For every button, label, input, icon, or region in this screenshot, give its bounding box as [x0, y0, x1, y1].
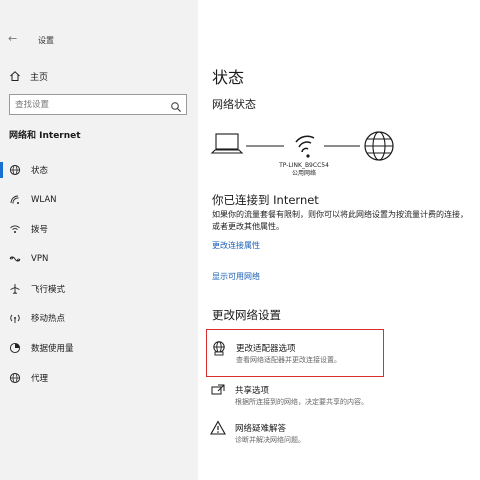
- change-settings-heading: 更改网络设置: [212, 308, 281, 322]
- title-bar: ← 设置: [0, 30, 198, 50]
- sidebar-item-label: VPN: [31, 254, 49, 264]
- globe-status-icon: [8, 164, 22, 176]
- option-title: 网络疑难解答: [235, 424, 287, 434]
- change-properties-link[interactable]: 更改连接属性: [212, 240, 260, 251]
- sidebar-item-dialup[interactable]: 拨号: [0, 218, 198, 240]
- option-subtitle: 查看网络适配器并更改连接设置。: [236, 356, 341, 364]
- adapter-options-item[interactable]: 更改适配器选项 查看网络适配器并更改连接设置。: [206, 329, 384, 377]
- hotspot-icon: [8, 312, 22, 324]
- connected-description: 如果你的流量套餐有限制，则你可以将此网络设置为按流量计费的连接，或者更改其他属性…: [212, 210, 468, 231]
- section-title: 网络和 Internet: [9, 131, 81, 141]
- sidebar: ← 设置 主页 网络和 Internet 状态 WLAN 拨号: [0, 0, 198, 480]
- home-label: 主页: [30, 72, 49, 83]
- sidebar-item-data-usage[interactable]: 数据使用量: [0, 337, 198, 359]
- main-panel: 状态 网络状态 TP-LINK_B9CC54 公用网络 你已连接到 Intern…: [198, 0, 480, 480]
- sidebar-item-label: 代理: [31, 374, 49, 384]
- network-troubleshoot-item[interactable]: 网络疑难解答 诊断并解决网络问题。: [206, 410, 384, 458]
- network-info: TP-LINK_B9CC54 公用网络: [254, 162, 354, 178]
- option-title: 共享选项: [235, 386, 270, 396]
- internet-globe-icon: [364, 131, 394, 161]
- vpn-icon: [8, 253, 22, 265]
- sidebar-item-label: 移动热点: [31, 314, 66, 324]
- sidebar-item-label: 拨号: [31, 225, 49, 235]
- sidebar-item-airplane[interactable]: 飞行模式: [0, 278, 198, 300]
- sidebar-item-label: WLAN: [31, 195, 57, 205]
- sidebar-item-status[interactable]: 状态: [0, 159, 198, 181]
- sidebar-item-hotspot[interactable]: 移动热点: [0, 307, 198, 329]
- laptop-icon: [210, 133, 244, 154]
- adapter-icon: [211, 340, 227, 356]
- option-title: 更改适配器选项: [236, 344, 296, 354]
- search-box[interactable]: [9, 94, 187, 115]
- network-ssid: TP-LINK_B9CC54: [279, 162, 329, 169]
- data-usage-icon: [8, 342, 22, 354]
- home-icon: [8, 70, 22, 82]
- search-icon[interactable]: [170, 98, 182, 117]
- back-button[interactable]: ←: [8, 32, 17, 45]
- window-title: 设置: [38, 36, 54, 45]
- sharing-icon: [210, 382, 226, 398]
- airplane-icon: [8, 283, 22, 295]
- dialup-icon: [8, 223, 22, 235]
- wifi-icon: [8, 194, 22, 206]
- globe-icon: [8, 372, 22, 384]
- active-indicator: [0, 162, 3, 178]
- sidebar-item-proxy[interactable]: 代理: [0, 367, 198, 389]
- wifi-signal-icon: [295, 135, 315, 158]
- sidebar-item-wlan[interactable]: WLAN: [0, 189, 198, 211]
- sidebar-item-label: 状态: [31, 166, 49, 176]
- home-item[interactable]: 主页: [8, 68, 188, 84]
- option-subtitle: 诊断并解决网络问题。: [235, 436, 305, 444]
- search-input[interactable]: [10, 99, 160, 110]
- option-subtitle: 根据所连接到的网络，决定要共享的内容。: [235, 398, 368, 406]
- sidebar-item-label: 飞行模式: [31, 285, 66, 295]
- connected-heading: 你已连接到 Internet: [212, 193, 319, 207]
- page-title: 状态: [212, 68, 245, 87]
- sidebar-item-vpn[interactable]: VPN: [0, 248, 198, 270]
- network-type: 公用网络: [291, 170, 316, 177]
- network-status-heading: 网络状态: [212, 98, 256, 111]
- show-networks-link[interactable]: 显示可用网络: [212, 271, 260, 282]
- warning-icon: [210, 420, 226, 436]
- sidebar-item-label: 数据使用量: [31, 344, 74, 354]
